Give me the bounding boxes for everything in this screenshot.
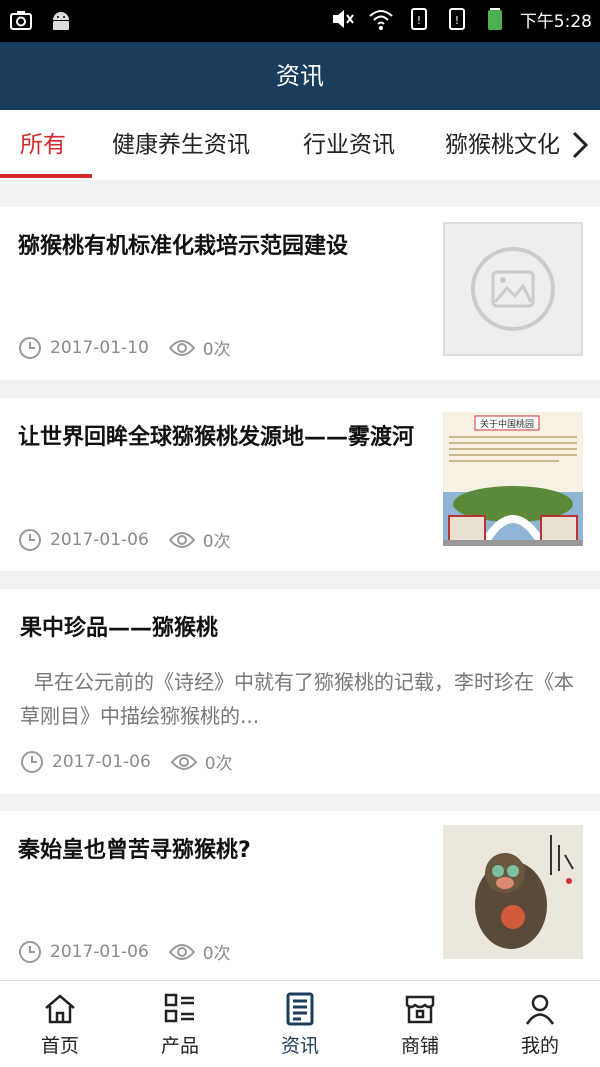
monkey-painting-image xyxy=(443,825,583,959)
article-title: 让世界回眸全球猕猴桃发源地——雾渡河 xyxy=(18,425,415,450)
chevron-right-icon xyxy=(572,131,589,159)
screenshot-icon xyxy=(10,11,32,30)
tabs-scroll-right[interactable] xyxy=(560,110,600,180)
page-title: 资讯 xyxy=(0,42,600,110)
article-date: 2017-01-10 xyxy=(50,337,149,358)
thumb-caption: 关于中国桃园 xyxy=(480,418,534,430)
grid-list-icon xyxy=(164,993,194,1023)
article-meta: 2017-01-06 0次 xyxy=(20,749,233,774)
tab-active-indicator xyxy=(0,174,92,178)
eye-icon xyxy=(168,531,195,548)
news-icon xyxy=(286,992,314,1026)
article-date: 2017-01-06 xyxy=(50,941,149,962)
article-title: 秦始皇也曾苦寻猕猴桃? xyxy=(18,838,251,863)
nav-home[interactable]: 首页 xyxy=(0,981,120,1067)
article-views: 0次 xyxy=(202,340,231,360)
eye-icon xyxy=(168,339,195,356)
article-thumbnail: 关于中国桃园 xyxy=(443,412,583,548)
article-views: 0次 xyxy=(202,944,231,964)
article-date: 2017-01-06 xyxy=(52,751,151,772)
android-icon xyxy=(53,12,69,30)
article-card[interactable]: 秦始皇也曾苦寻猕猴桃? 2017-01-06 0次 xyxy=(0,811,600,980)
nav-me[interactable]: 我的 xyxy=(480,981,600,1067)
tab-all[interactable]: 所有 xyxy=(20,110,66,180)
bottom-nav: 首页 产品 资讯 商铺 我的 xyxy=(0,980,600,1067)
image-placeholder-icon xyxy=(471,247,555,331)
article-card[interactable]: 让世界回眸全球猕猴桃发源地——雾渡河 2017-01-06 0次 关于中国桃园 xyxy=(0,398,600,571)
shop-icon xyxy=(405,995,435,1024)
article-title: 猕猴桃有机标准化栽培示范园建设 xyxy=(18,234,349,259)
clock-icon xyxy=(19,528,41,551)
user-icon xyxy=(525,994,555,1025)
article-excerpt: 早在公元前的《诗经》中就有了猕猴桃的记载，李时珍在《本草刚目》中描绘猕猴桃的..… xyxy=(20,670,574,728)
nav-shop[interactable]: 商铺 xyxy=(360,981,480,1067)
status-bar: ! ! 下午5:28 xyxy=(0,0,600,42)
clock-icon xyxy=(19,336,41,359)
article-thumbnail xyxy=(443,222,583,356)
nav-news[interactable]: 资讯 xyxy=(240,981,360,1067)
svg-text:!: ! xyxy=(455,14,459,27)
clock-icon xyxy=(21,750,43,773)
nav-products[interactable]: 产品 xyxy=(120,981,240,1067)
tab-culture[interactable]: 猕猴桃文化 xyxy=(445,110,560,180)
article-views: 0次 xyxy=(204,754,233,774)
clock-icon xyxy=(19,940,41,963)
article-meta: 2017-01-06 0次 xyxy=(18,939,231,964)
category-tabs: 所有 健康养生资讯 行业资讯 猕猴桃文化 xyxy=(0,110,600,180)
status-time: 下午5:28 xyxy=(519,11,592,32)
article-card[interactable]: 果中珍品——猕猴桃 早在公元前的《诗经》中就有了猕猴桃的记载，李时珍在《本草刚目… xyxy=(0,589,600,794)
nav-label: 产品 xyxy=(160,1035,199,1057)
article-card[interactable]: 猕猴桃有机标准化栽培示范园建设 2017-01-10 0次 xyxy=(0,207,600,380)
article-views: 0次 xyxy=(202,532,231,552)
article-date: 2017-01-06 xyxy=(50,529,149,550)
wifi-icon xyxy=(369,10,393,30)
mute-icon xyxy=(332,10,354,28)
nav-label: 商铺 xyxy=(400,1035,439,1057)
article-meta: 2017-01-10 0次 xyxy=(18,335,231,360)
tab-health[interactable]: 健康养生资讯 xyxy=(112,110,250,180)
eye-icon xyxy=(170,753,197,770)
park-gate-image: 关于中国桃园 xyxy=(443,412,583,548)
nav-label: 我的 xyxy=(520,1035,559,1057)
article-title: 果中珍品——猕猴桃 xyxy=(20,616,219,641)
sim2-icon: ! xyxy=(448,8,465,30)
svg-text:!: ! xyxy=(417,14,421,27)
tab-industry[interactable]: 行业资讯 xyxy=(303,110,395,180)
article-meta: 2017-01-06 0次 xyxy=(18,527,231,552)
battery-icon xyxy=(487,8,502,30)
sim1-icon: ! xyxy=(410,8,427,30)
eye-icon xyxy=(168,943,195,960)
home-icon xyxy=(45,994,75,1024)
article-thumbnail xyxy=(443,825,583,959)
nav-label: 首页 xyxy=(40,1035,79,1057)
nav-label: 资讯 xyxy=(280,1035,319,1057)
